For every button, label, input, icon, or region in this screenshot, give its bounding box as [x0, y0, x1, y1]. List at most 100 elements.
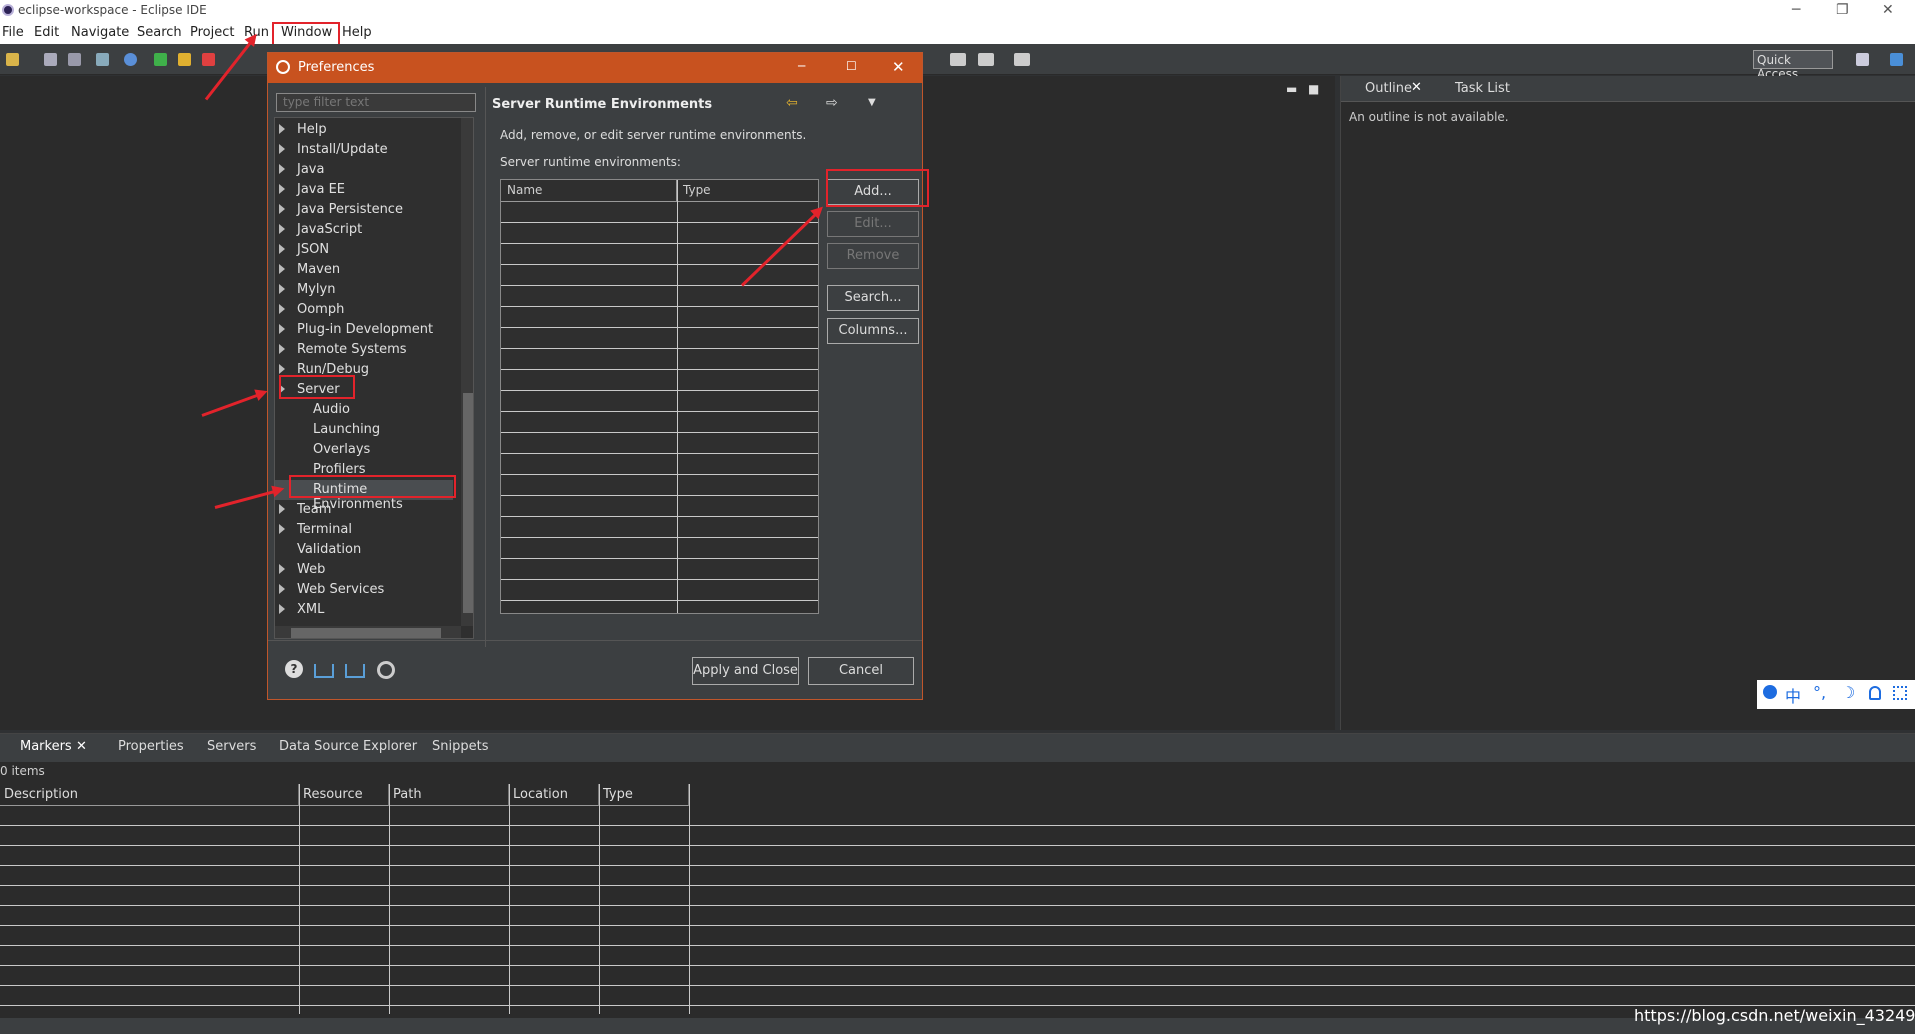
baidu-paw-icon[interactable] — [1763, 685, 1777, 699]
tab-task-list[interactable]: Task List — [1455, 81, 1510, 96]
table-row[interactable] — [501, 223, 818, 244]
table-row[interactable] — [501, 391, 818, 412]
tree-item[interactable]: Launching — [275, 420, 455, 440]
table-row[interactable] — [501, 412, 818, 433]
table-row[interactable] — [501, 286, 818, 307]
cancel-button[interactable]: Cancel — [808, 657, 914, 685]
close-markers-icon[interactable]: ✕ — [76, 739, 87, 754]
tree-item[interactable]: Web — [275, 560, 455, 580]
tree-item[interactable]: Validation — [275, 540, 455, 560]
table-row[interactable] — [501, 202, 818, 223]
menu-help[interactable]: Help — [342, 25, 372, 40]
table-row[interactable] — [501, 517, 818, 538]
table-row[interactable] — [501, 559, 818, 580]
col-name[interactable]: Name — [501, 180, 677, 202]
user-icon[interactable] — [1869, 686, 1881, 700]
table-row[interactable] — [501, 307, 818, 328]
table-row[interactable] — [501, 370, 818, 391]
java-ee-perspective-icon[interactable] — [1890, 53, 1903, 66]
tree-item[interactable]: Overlays — [275, 440, 455, 460]
expand-arrow-icon[interactable] — [279, 264, 285, 274]
tree-item[interactable]: Java Persistence — [275, 200, 455, 220]
resume-icon[interactable] — [154, 53, 167, 66]
back-icon[interactable] — [950, 53, 966, 66]
col-type[interactable]: Type — [677, 180, 818, 202]
expand-arrow-icon[interactable] — [279, 304, 285, 314]
expand-arrow-icon[interactable] — [279, 364, 285, 374]
expand-arrow-icon[interactable] — [279, 284, 285, 294]
tab-data-source-explorer[interactable]: Data Source Explorer — [279, 739, 417, 754]
tab-outline[interactable]: Outline — [1365, 81, 1412, 96]
minimize-editor-icon[interactable]: ▬ — [1286, 82, 1297, 96]
tree-item[interactable]: Plug-in Development — [275, 320, 455, 340]
edit-button[interactable]: Edit... — [827, 211, 919, 237]
grid-icon[interactable] — [1893, 686, 1907, 700]
forward-icon[interactable]: ⇨ — [826, 95, 838, 111]
table-row[interactable] — [0, 906, 1915, 926]
tree-item[interactable]: Help — [275, 120, 455, 140]
tree-item[interactable]: Web Services — [275, 580, 455, 600]
tree-item[interactable]: JSON — [275, 240, 455, 260]
ime-punctuation[interactable]: °, — [1813, 683, 1826, 702]
tree-hscroll-thumb[interactable] — [291, 628, 441, 638]
tree-item[interactable]: Mylyn — [275, 280, 455, 300]
menu-project[interactable]: Project — [190, 25, 234, 40]
table-row[interactable] — [501, 538, 818, 559]
tab-properties[interactable]: Properties — [118, 739, 184, 754]
forward-icon[interactable] — [1014, 53, 1030, 66]
import-icon[interactable] — [314, 664, 334, 678]
ime-moon-icon[interactable]: ☽ — [1841, 683, 1855, 702]
tree-item[interactable]: Remote Systems — [275, 340, 455, 360]
dialog-maximize-icon[interactable]: ☐ — [846, 59, 857, 73]
table-row[interactable] — [0, 866, 1915, 886]
table-row[interactable] — [501, 496, 818, 517]
table-row[interactable] — [0, 886, 1915, 906]
table-row[interactable] — [0, 986, 1915, 1006]
terminate-icon[interactable] — [202, 53, 215, 66]
expand-arrow-icon[interactable] — [279, 584, 285, 594]
table-row[interactable] — [0, 806, 1915, 826]
tree-item[interactable]: XML — [275, 600, 455, 620]
expand-arrow-icon[interactable] — [279, 124, 285, 134]
dialog-close-icon[interactable]: ✕ — [892, 58, 905, 76]
new-icon[interactable] — [6, 53, 19, 66]
open-perspective-icon[interactable] — [1856, 53, 1869, 66]
table-row[interactable] — [0, 926, 1915, 946]
table-row[interactable] — [501, 328, 818, 349]
expand-arrow-icon[interactable] — [279, 184, 285, 194]
view-menu-icon[interactable]: ▼ — [868, 97, 876, 108]
expand-arrow-icon[interactable] — [279, 204, 285, 214]
quick-access-field[interactable]: Quick Access — [1753, 50, 1833, 81]
col-path[interactable]: Path — [389, 784, 509, 806]
terminal-icon[interactable] — [96, 53, 109, 66]
expand-arrow-icon[interactable] — [279, 224, 285, 234]
table-row[interactable] — [0, 946, 1915, 966]
menu-navigate[interactable]: Navigate — [71, 25, 129, 40]
restore-button[interactable]: ❐ — [1836, 2, 1849, 18]
expand-arrow-icon[interactable] — [279, 344, 285, 354]
filter-input[interactable]: type filter text — [276, 93, 476, 112]
expand-arrow-icon[interactable] — [279, 524, 285, 534]
table-row[interactable] — [501, 601, 818, 613]
menu-file[interactable]: File — [2, 25, 24, 40]
table-row[interactable] — [0, 826, 1915, 846]
apply-and-close-button[interactable]: Apply and Close — [692, 657, 799, 685]
menu-edit[interactable]: Edit — [34, 25, 59, 40]
tree-item[interactable]: Team — [275, 500, 455, 520]
table-row[interactable] — [501, 349, 818, 370]
table-row[interactable] — [0, 966, 1915, 986]
tree-item[interactable]: Install/Update — [275, 140, 455, 160]
tree-item[interactable]: Terminal — [275, 520, 455, 540]
skip-breakpoints-icon[interactable] — [124, 53, 137, 66]
oomph-record-icon[interactable] — [377, 661, 395, 679]
tree-item[interactable]: Audio — [275, 400, 455, 420]
remove-button[interactable]: Remove — [827, 243, 919, 269]
table-row[interactable] — [501, 580, 818, 601]
dialog-minimize-icon[interactable]: ─ — [798, 59, 805, 73]
tree-item[interactable]: Maven — [275, 260, 455, 280]
table-row[interactable] — [501, 454, 818, 475]
save-icon[interactable] — [44, 53, 57, 66]
col-resource[interactable]: Resource — [299, 784, 389, 806]
tab-snippets[interactable]: Snippets — [432, 739, 488, 754]
export-icon[interactable] — [345, 664, 365, 678]
